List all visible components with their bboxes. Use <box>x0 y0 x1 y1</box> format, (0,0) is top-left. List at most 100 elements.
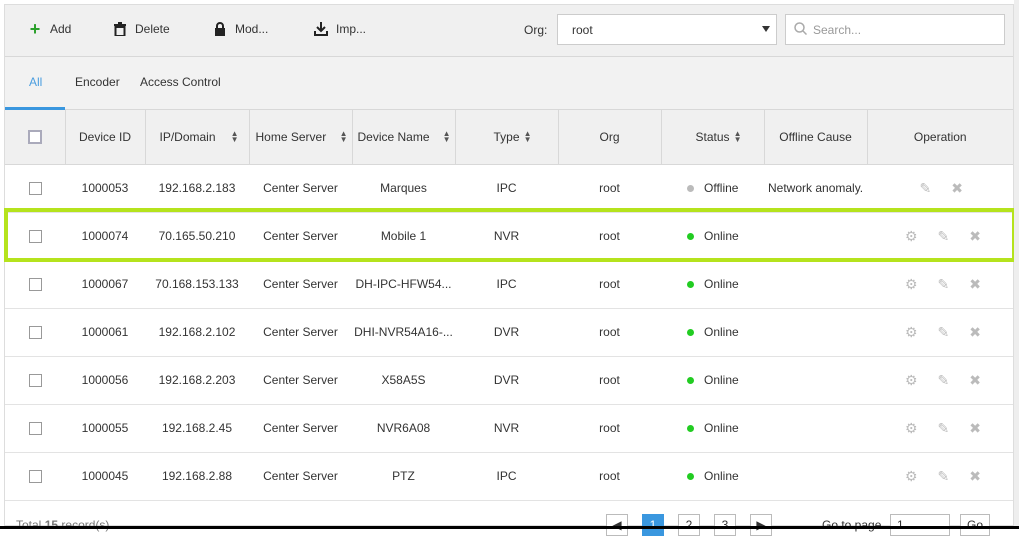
device-org: root <box>558 404 661 453</box>
delete-x-icon[interactable]: ✖ <box>969 420 981 436</box>
home-server: Center Server <box>249 212 352 261</box>
device-name: NVR6A08 <box>352 404 455 453</box>
tab-all[interactable]: All <box>29 75 42 89</box>
device-id: 1000056 <box>65 356 145 405</box>
device-type: NVR <box>455 212 558 261</box>
device-id: 1000053 <box>65 164 145 213</box>
delete-x-icon[interactable]: ✖ <box>969 468 981 484</box>
edit-pencil-icon[interactable]: ✎ <box>938 420 950 436</box>
settings-gear-icon[interactable]: ⚙ <box>905 420 918 436</box>
add-button[interactable]: + Add <box>28 18 72 39</box>
delete-x-icon[interactable]: ✖ <box>969 276 981 292</box>
device-id: 1000074 <box>65 212 145 261</box>
next-page-button[interactable]: ▶ <box>750 514 772 536</box>
status: Online <box>661 356 764 405</box>
row-checkbox[interactable] <box>28 422 42 436</box>
go-button[interactable]: Go <box>960 514 990 536</box>
row-checkbox[interactable] <box>28 470 42 484</box>
page-2-button[interactable]: 2 <box>678 514 700 536</box>
device-type: IPC <box>455 260 558 309</box>
sort-icon[interactable]: ▲ ▼ <box>524 130 532 144</box>
table-row[interactable]: 1000056 192.168.2.203 Center Server X58A… <box>5 356 1013 405</box>
sort-icon[interactable]: ▲ ▼ <box>443 130 451 144</box>
home-server: Center Server <box>249 404 352 453</box>
delete-x-icon[interactable]: ✖ <box>951 180 963 196</box>
settings-gear-icon[interactable]: ⚙ <box>905 228 918 244</box>
device-id: 1000055 <box>65 404 145 453</box>
delete-x-icon[interactable]: ✖ <box>969 228 981 244</box>
device-type: DVR <box>455 356 558 405</box>
table-row[interactable]: 1000067 70.168.153.133 Center Server DH-… <box>5 260 1013 309</box>
modify-password-button[interactable]: Mod... <box>213 22 268 36</box>
tab-bar: All Encoder Access Control <box>5 57 1013 110</box>
search-input[interactable] <box>813 22 993 37</box>
edit-pencil-icon[interactable]: ✎ <box>938 372 950 388</box>
delete-x-icon[interactable]: ✖ <box>969 324 981 340</box>
search-box <box>785 14 1005 45</box>
col-type[interactable]: Type ▲ ▼ <box>455 110 559 165</box>
total-count: 15 <box>44 518 59 532</box>
row-checkbox[interactable] <box>28 374 42 388</box>
table-row[interactable]: 1000074 70.165.50.210 Center Server Mobi… <box>5 212 1013 261</box>
status-dot-icon <box>687 377 694 384</box>
page-1-button[interactable]: 1 <box>642 514 664 536</box>
edit-pencil-icon[interactable]: ✎ <box>938 228 950 244</box>
status: Online <box>661 452 764 501</box>
row-checkbox[interactable] <box>28 182 42 196</box>
device-id: 1000061 <box>65 308 145 357</box>
settings-gear-icon[interactable]: ⚙ <box>905 468 918 484</box>
edit-pencil-icon[interactable]: ✎ <box>920 180 932 196</box>
settings-gear-icon[interactable]: ⚙ <box>905 276 918 292</box>
col-device-id[interactable]: Device ID <box>65 110 146 165</box>
delete-button[interactable]: Delete <box>113 22 170 36</box>
goto-label: Go to page <box>822 518 882 532</box>
row-checkbox[interactable] <box>28 230 42 244</box>
tab-access-control[interactable]: Access Control <box>140 75 221 89</box>
status-dot-icon <box>687 329 694 336</box>
col-offline-cause: Offline Cause <box>764 110 868 165</box>
settings-gear-icon[interactable]: ⚙ <box>905 372 918 388</box>
device-org: root <box>558 452 661 501</box>
row-checkbox[interactable] <box>28 326 42 340</box>
select-all-checkbox[interactable] <box>27 130 42 145</box>
col-home-server[interactable]: Home Server ▲ ▼ <box>249 110 353 165</box>
device-type: DVR <box>455 308 558 357</box>
sort-icon[interactable]: ▲ ▼ <box>340 130 348 144</box>
device-org: root <box>558 212 661 261</box>
scrollbar[interactable] <box>1014 0 1019 529</box>
ip-domain: 70.168.153.133 <box>145 260 249 309</box>
table-row[interactable]: 1000045 192.168.2.88 Center Server PTZ I… <box>5 452 1013 501</box>
prev-page-button[interactable]: ◀ <box>606 514 628 536</box>
import-button[interactable]: Imp... <box>314 22 366 36</box>
table-row[interactable]: 1000053 192.168.2.183 Center Server Marq… <box>5 164 1013 213</box>
row-checkbox[interactable] <box>28 278 42 292</box>
status-dot-icon <box>687 425 694 432</box>
delete-x-icon[interactable]: ✖ <box>969 372 981 388</box>
page-3-button[interactable]: 3 <box>714 514 736 536</box>
device-name: X58A5S <box>352 356 455 405</box>
tab-encoder[interactable]: Encoder <box>75 75 120 89</box>
col-status[interactable]: Status ▲ ▼ <box>661 110 765 165</box>
edit-pencil-icon[interactable]: ✎ <box>938 468 950 484</box>
device-id: 1000067 <box>65 260 145 309</box>
edit-pencil-icon[interactable]: ✎ <box>938 324 950 340</box>
lock-icon <box>213 22 227 36</box>
table-row[interactable]: 1000061 192.168.2.102 Center Server DHI-… <box>5 308 1013 357</box>
device-name: Mobile 1 <box>352 212 455 261</box>
plus-icon: + <box>29 18 41 39</box>
download-icon <box>314 22 328 36</box>
device-type: NVR <box>455 404 558 453</box>
col-ip-domain[interactable]: IP/Domain ▲ ▼ <box>145 110 250 165</box>
table-row[interactable]: 1000055 192.168.2.45 Center Server NVR6A… <box>5 404 1013 453</box>
settings-gear-icon[interactable]: ⚙ <box>905 324 918 340</box>
sort-icon[interactable]: ▲ ▼ <box>231 130 239 144</box>
goto-page-input[interactable]: 1 <box>890 514 950 536</box>
status: Online <box>661 260 764 309</box>
status-dot-icon <box>687 281 694 288</box>
edit-pencil-icon[interactable]: ✎ <box>938 276 950 292</box>
col-device-name[interactable]: Device Name ▲ ▼ <box>352 110 456 165</box>
sort-icon[interactable]: ▲ ▼ <box>734 130 742 144</box>
org-select[interactable]: root <box>557 14 777 45</box>
table-header: Device ID IP/Domain ▲ ▼ Home Server ▲ ▼ Devi… <box>5 110 1013 165</box>
ip-domain: 192.168.2.203 <box>145 356 249 405</box>
